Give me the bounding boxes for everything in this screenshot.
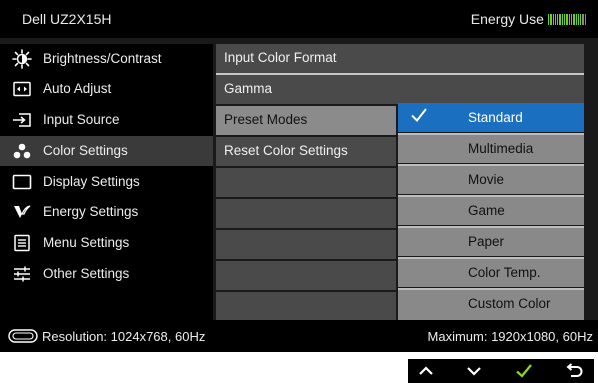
down-arrow-icon [467, 367, 481, 376]
preset-option-paper[interactable]: Paper [398, 227, 584, 256]
other-settings-icon [11, 264, 33, 284]
preset-option-game[interactable]: Game [398, 196, 584, 225]
submenu-item-preset-modes[interactable]: Preset Modes [216, 106, 396, 135]
preset-option-label: Color Temp. [468, 265, 541, 280]
energy-bar-segment [564, 13, 566, 25]
osd-header: Dell UZ2X15H Energy Use [0, 0, 598, 38]
sidebar-item-label: Auto Adjust [43, 81, 112, 96]
sidebar-item-other-settings[interactable]: Other Settings [0, 259, 213, 289]
energy-bar-segment [554, 13, 557, 25]
energy-settings-icon [11, 202, 33, 222]
energy-use-bar [547, 13, 586, 25]
submenu-item-gamma[interactable]: Gamma [216, 75, 584, 104]
brightness-icon [11, 49, 33, 69]
submenu-empty-row [216, 230, 396, 259]
divider [398, 226, 584, 228]
preset-option-label: Movie [468, 172, 505, 187]
sidebar-item-label: Energy Settings [43, 204, 139, 219]
current-resolution: Resolution: 1024x768, 60Hz [42, 329, 206, 344]
energy-bar-segment [568, 13, 570, 25]
sidebar-item-label: Menu Settings [43, 235, 130, 250]
maximum-resolution: Maximum: 1920x1080, 60Hz [427, 329, 593, 344]
preset-option-multimedia[interactable]: Multimedia [398, 134, 584, 163]
preset-option-label: Multimedia [468, 141, 534, 156]
submenu-empty-row [216, 168, 396, 197]
energy-bar-segment [575, 13, 577, 25]
sidebar-item-display-settings[interactable]: Display Settings [0, 167, 213, 197]
submenu-item-reset-color-settings[interactable]: Reset Color Settings [216, 137, 396, 166]
sidebar-item-brightness-contrast[interactable]: Brightness/Contrast [0, 44, 213, 74]
down-button[interactable] [462, 361, 486, 381]
preset-option-label: Custom Color [468, 296, 551, 311]
energy-bar-segment [552, 13, 554, 25]
preset-option-movie[interactable]: Movie [398, 165, 584, 194]
preset-option-label: Paper [468, 234, 505, 249]
energy-bar-segment [561, 13, 564, 25]
color-settings-submenu: Input Color Format Gamma Preset Modes Re… [216, 44, 584, 320]
sidebar-item-input-source[interactable]: Input Source [0, 105, 213, 135]
preset-option-custom-color[interactable]: Custom Color [398, 289, 584, 320]
energy-bar-segment [557, 13, 559, 25]
sidebar-item-energy-settings[interactable]: Energy Settings [0, 197, 213, 227]
back-button[interactable] [562, 361, 586, 381]
energy-bar-segment [573, 13, 575, 25]
submenu-item-label: Reset Color Settings [224, 143, 348, 158]
check-icon [411, 108, 427, 123]
sidebar-item-color-settings[interactable]: Color Settings [0, 136, 213, 166]
divider [398, 195, 584, 197]
energy-bar-segment [559, 13, 561, 25]
preset-option-label: Game [468, 203, 505, 218]
submenu-item-label: Preset Modes [224, 112, 308, 127]
auto-adjust-icon [11, 79, 33, 99]
submenu-empty-row [216, 261, 396, 290]
back-icon [566, 363, 583, 377]
energy-bar-segment [550, 13, 552, 25]
energy-bar-segment [547, 13, 550, 25]
menu-settings-icon [11, 233, 33, 253]
monitor-osd-menu: Dell UZ2X15H Energy Use Brightness/Contr… [0, 0, 598, 352]
submenu-item-label: Gamma [224, 81, 273, 96]
sidebar-item-label: Color Settings [43, 143, 128, 158]
submenu-empty-row [216, 199, 396, 228]
monitor-model-title: Dell UZ2X15H [22, 11, 112, 27]
divider [398, 288, 584, 290]
divider [398, 164, 584, 166]
sidebar-item-auto-adjust[interactable]: Auto Adjust [0, 74, 213, 104]
display-settings-icon [11, 172, 33, 192]
check-icon [516, 364, 532, 378]
osd-footer: Resolution: 1024x768, 60Hz Maximum: 1920… [0, 320, 598, 352]
confirm-button[interactable] [512, 361, 536, 381]
preset-option-color-temp[interactable]: Color Temp. [398, 258, 584, 287]
energy-bar-segment [582, 13, 584, 25]
preset-option-label: Standard [468, 110, 523, 125]
sidebar-item-label: Input Source [43, 112, 120, 127]
energy-bar-segment [584, 13, 586, 25]
energy-bar-segment [577, 13, 580, 25]
display-port-icon [8, 329, 38, 343]
submenu-empty-row [216, 292, 396, 320]
up-button[interactable] [414, 361, 438, 381]
sidebar-item-label: Brightness/Contrast [43, 51, 162, 66]
sidebar-item-label: Other Settings [43, 266, 130, 281]
energy-use-meter: Energy Use [471, 11, 586, 27]
color-settings-icon [11, 141, 33, 161]
divider [398, 133, 584, 135]
energy-bar-segment [580, 13, 582, 25]
up-arrow-icon [419, 366, 433, 375]
submenu-item-input-color-format[interactable]: Input Color Format [216, 44, 584, 73]
sidebar-item-menu-settings[interactable]: Menu Settings [0, 228, 213, 258]
main-menu: Brightness/Contrast Auto Adjust Input So… [0, 44, 213, 320]
energy-bar-segment [566, 13, 568, 25]
preset-option-standard[interactable]: Standard [398, 103, 584, 132]
input-source-icon [11, 110, 33, 130]
energy-bar-segment [570, 13, 573, 25]
energy-use-label: Energy Use [470, 11, 544, 27]
submenu-item-label: Input Color Format [224, 50, 337, 65]
sidebar-item-label: Display Settings [43, 174, 140, 189]
monitor-button-bar [408, 359, 594, 383]
divider [398, 257, 584, 259]
